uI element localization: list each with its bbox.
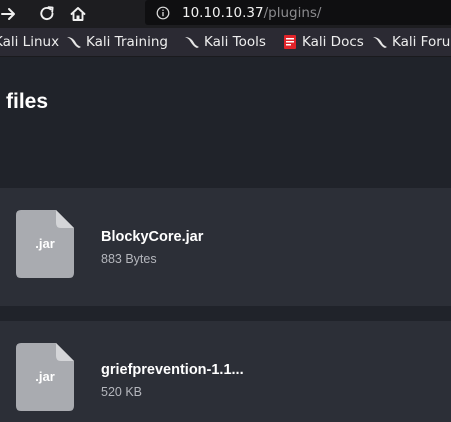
kali-docs-icon (284, 35, 296, 49)
bookmarks-toolbar: Kali Linux Kali Training Kali Tools Kali… (0, 28, 451, 57)
file-card[interactable]: .jar BlockyCore.jar 883 Bytes (0, 188, 451, 306)
file-card[interactable]: .jar griefprevention-1.1... 520 KB (0, 321, 451, 422)
bookmark-kali-tools[interactable]: Kali Tools (184, 28, 266, 56)
page-title: files (6, 90, 49, 113)
url-host: 10.10.10.37 (182, 4, 264, 21)
page-content: files .jar BlockyCore.jar 883 Bytes .jar (0, 57, 451, 422)
file-extension: .jar (35, 369, 55, 384)
reload-button[interactable] (36, 3, 58, 25)
bookmark-label: Kali Forums (392, 34, 451, 50)
home-button[interactable] (67, 3, 89, 25)
file-size: 520 KB (101, 385, 143, 399)
kali-dragon-icon (185, 37, 199, 48)
bookmark-kali-linux[interactable]: Kali Linux (0, 28, 59, 56)
browser-window: 10.10.10.37/plugins/ Kali Linux Kali Tra… (0, 0, 451, 422)
reload-icon (40, 6, 54, 21)
bookmark-kali-docs[interactable]: Kali Docs (282, 28, 364, 56)
bookmark-kali-training[interactable]: Kali Training (66, 28, 168, 56)
file-extension: .jar (35, 236, 55, 251)
bookmark-kali-forums[interactable]: Kali Forums (372, 28, 451, 56)
kali-dragon-icon (373, 37, 387, 48)
address-bar[interactable]: 10.10.10.37/plugins/ (145, 0, 451, 25)
file-name: BlockyCore.jar (101, 229, 204, 245)
jar-file-icon: .jar (16, 210, 74, 278)
url-path: /plugins/ (263, 4, 322, 21)
file-size: 883 Bytes (101, 252, 157, 266)
bookmark-label: Kali Training (86, 34, 168, 50)
site-info-icon[interactable] (156, 6, 170, 20)
bookmark-label: Kali Linux (0, 34, 60, 50)
home-icon (70, 7, 86, 21)
file-name: griefprevention-1.1... (101, 362, 244, 378)
bookmark-label: Kali Docs (302, 34, 364, 50)
jar-file-icon: .jar (16, 343, 74, 411)
kali-dragon-icon (67, 37, 81, 48)
navigation-toolbar: 10.10.10.37/plugins/ (0, 0, 451, 28)
forward-button[interactable] (0, 3, 20, 25)
forward-arrow-icon (1, 8, 15, 20)
url-text: 10.10.10.37/plugins/ (182, 5, 321, 21)
bookmark-label: Kali Tools (204, 34, 266, 50)
